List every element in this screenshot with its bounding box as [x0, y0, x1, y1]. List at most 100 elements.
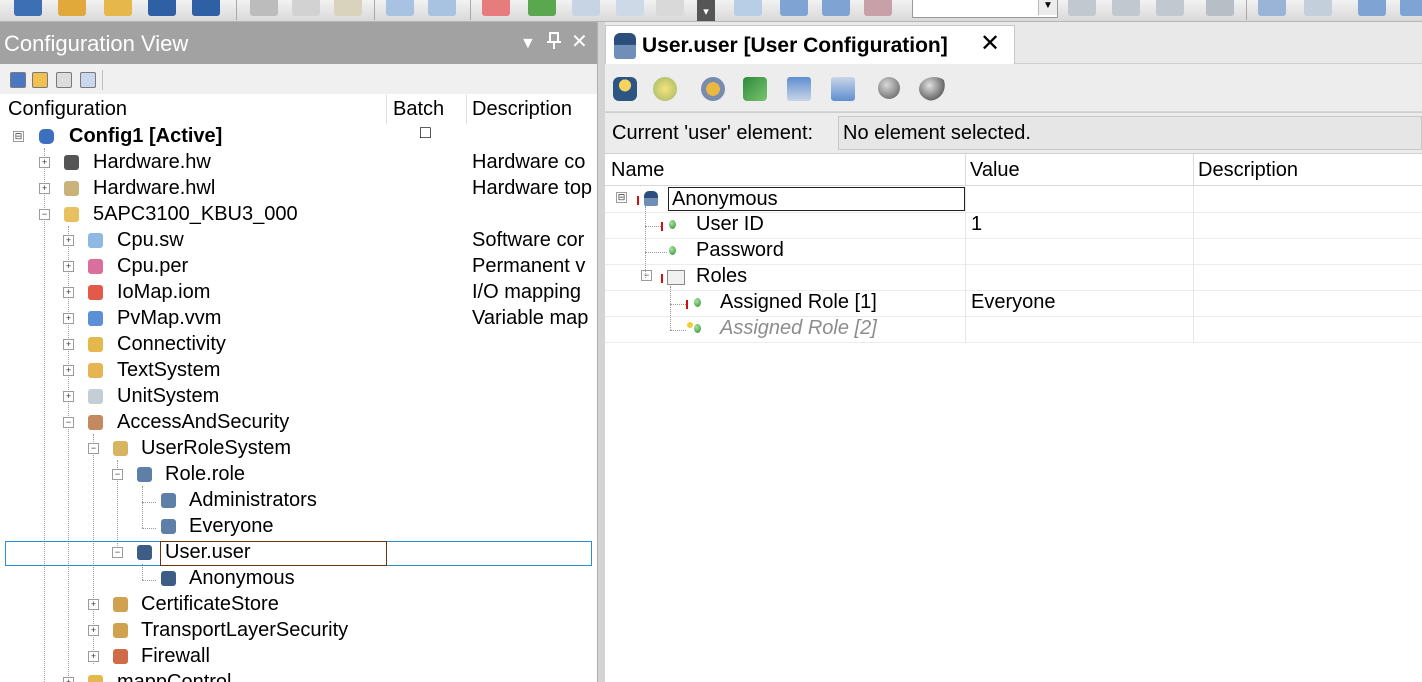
expand-icon[interactable]: +: [63, 313, 74, 324]
open-project-icon[interactable]: [104, 0, 132, 16]
navigate-icon[interactable]: [701, 77, 725, 101]
open-folder-icon[interactable]: [58, 0, 86, 16]
toolbar-overflow-button[interactable]: ▾: [697, 0, 715, 21]
tree-item-transportlayersecurity[interactable]: + TransportLayerSecurity: [0, 618, 597, 644]
check-icon[interactable]: [572, 0, 600, 16]
expand-icon[interactable]: +: [88, 651, 99, 662]
close-icon[interactable]: ✕: [571, 31, 588, 53]
column-divider[interactable]: [1193, 154, 1194, 186]
tab-user-configuration[interactable]: User.user [User Configuration] ✕: [605, 25, 1015, 66]
forward-icon[interactable]: [780, 0, 808, 16]
tree-item-unitsystem[interactable]: + UnitSystem: [0, 384, 597, 410]
toolbar-combo[interactable]: ▼: [912, 0, 1058, 18]
column-configuration[interactable]: Configuration: [8, 98, 127, 121]
config-icon[interactable]: [10, 72, 26, 88]
dropdown-icon[interactable]: ▼: [520, 33, 536, 55]
tree-item-administrators[interactable]: Administrators: [0, 488, 597, 514]
grid-row-password[interactable]: Password: [605, 238, 1422, 265]
grid-row-roles[interactable]: − Roles: [605, 264, 1422, 291]
expand-icon[interactable]: +: [88, 599, 99, 610]
column-batch[interactable]: Batch: [393, 98, 444, 121]
collapse-icon[interactable]: ⊟: [616, 192, 627, 203]
grid-row-user-id[interactable]: User ID 1: [605, 212, 1422, 239]
tree-item-everyone[interactable]: Everyone: [0, 514, 597, 540]
move-icon[interactable]: [1358, 0, 1386, 16]
column-value[interactable]: Value: [970, 159, 1020, 182]
unlink-icon[interactable]: [1156, 0, 1184, 16]
grid-row-assigned-role-1[interactable]: Assigned Role [1] Everyone: [605, 290, 1422, 317]
column-name[interactable]: Name: [611, 159, 664, 182]
undo-icon[interactable]: [386, 0, 414, 16]
column-description[interactable]: Description: [1198, 159, 1298, 182]
single-item-icon[interactable]: [878, 77, 900, 99]
window-icon[interactable]: [734, 0, 762, 16]
expand-icon[interactable]: +: [39, 157, 50, 168]
collapse-icon[interactable]: −: [112, 469, 123, 480]
grid-row-assigned-role-2[interactable]: Assigned Role [2]: [605, 316, 1422, 343]
collapse-icon[interactable]: −: [39, 209, 50, 220]
back-icon[interactable]: [822, 0, 850, 16]
list-icon[interactable]: [656, 0, 684, 16]
link-all-icon[interactable]: [1206, 0, 1234, 16]
pin-icon[interactable]: [545, 31, 563, 56]
collapse-icon[interactable]: −: [88, 443, 99, 454]
tree-item-5apc3100[interactable]: − 5APC3100_KBU3_000: [0, 202, 597, 228]
sort-ascending-icon[interactable]: [787, 77, 811, 101]
remove-icon[interactable]: [864, 0, 892, 16]
tree-item-cpu-sw[interactable]: + Cpu.sw Software cor: [0, 228, 597, 254]
column-divider[interactable]: [386, 94, 387, 124]
expand-icon[interactable]: +: [63, 261, 74, 272]
link-icon[interactable]: [1112, 0, 1140, 16]
anonymous-name-edit-box[interactable]: Anonymous: [668, 187, 965, 211]
column-description[interactable]: Description: [472, 98, 572, 121]
expand-icon[interactable]: +: [63, 287, 74, 298]
table-icon[interactable]: [80, 72, 96, 88]
paste-icon[interactable]: [334, 0, 362, 16]
expand-icon[interactable]: +: [63, 365, 74, 376]
collapse-icon[interactable]: −: [641, 270, 652, 281]
tree-item-user-user[interactable]: − User.user: [0, 540, 597, 566]
expand-icon[interactable]: +: [63, 391, 74, 402]
sort-descending-icon[interactable]: [831, 77, 855, 101]
expand-icon[interactable]: +: [39, 183, 50, 194]
tree-item-pvmap[interactable]: + PvMap.vvm Variable map: [0, 306, 597, 332]
tree-item-hardware-hwl[interactable]: + Hardware.hwl Hardware top: [0, 176, 597, 202]
multiple-items-icon[interactable]: [919, 77, 949, 101]
collapse-icon[interactable]: −: [63, 417, 74, 428]
package-icon[interactable]: [32, 72, 48, 88]
collapse-icon[interactable]: −: [112, 547, 123, 558]
add-element-icon[interactable]: [653, 77, 677, 101]
chevron-down-icon[interactable]: ▼: [1038, 0, 1057, 15]
tree-item-role-role[interactable]: − Role.role: [0, 462, 597, 488]
property-value[interactable]: Everyone: [971, 291, 1056, 314]
save-icon[interactable]: [148, 0, 176, 16]
expand-all-icon[interactable]: [743, 77, 767, 101]
add-user-icon[interactable]: [613, 77, 637, 101]
tree-item-anonymous[interactable]: Anonymous: [0, 566, 597, 592]
column-divider[interactable]: [466, 94, 467, 124]
column-divider[interactable]: [965, 154, 966, 186]
batch-checkbox[interactable]: □: [420, 122, 431, 143]
tree-item-userrolesystem[interactable]: − UserRoleSystem: [0, 436, 597, 462]
redo-icon[interactable]: [428, 0, 456, 16]
tree-item-cpu-per[interactable]: + Cpu.per Permanent v: [0, 254, 597, 280]
link-icon[interactable]: [1068, 0, 1096, 16]
tree-item-config1[interactable]: ⊟ Config1 [Active] □: [0, 122, 597, 150]
tree-item-textsystem[interactable]: + TextSystem: [0, 358, 597, 384]
tree-item-accessandsecurity[interactable]: − AccessAndSecurity: [0, 410, 597, 436]
property-value[interactable]: 1: [971, 213, 982, 236]
tree-item-firewall[interactable]: + Firewall: [0, 644, 597, 670]
save-all-icon[interactable]: [192, 0, 220, 16]
tree-item-connectivity[interactable]: + Connectivity: [0, 332, 597, 358]
sort-down-icon[interactable]: [1258, 0, 1286, 16]
move-icon[interactable]: [1400, 0, 1422, 16]
tree-item-mappcontrol[interactable]: + mappControl: [0, 670, 597, 682]
card-icon[interactable]: [56, 72, 72, 88]
pane-splitter[interactable]: [597, 22, 605, 682]
delete-icon[interactable]: [482, 0, 510, 16]
check-in-icon[interactable]: [528, 0, 556, 16]
cut-icon[interactable]: [250, 0, 278, 16]
expand-icon[interactable]: +: [63, 235, 74, 246]
properties-icon[interactable]: [616, 0, 644, 16]
expand-icon[interactable]: +: [88, 625, 99, 636]
